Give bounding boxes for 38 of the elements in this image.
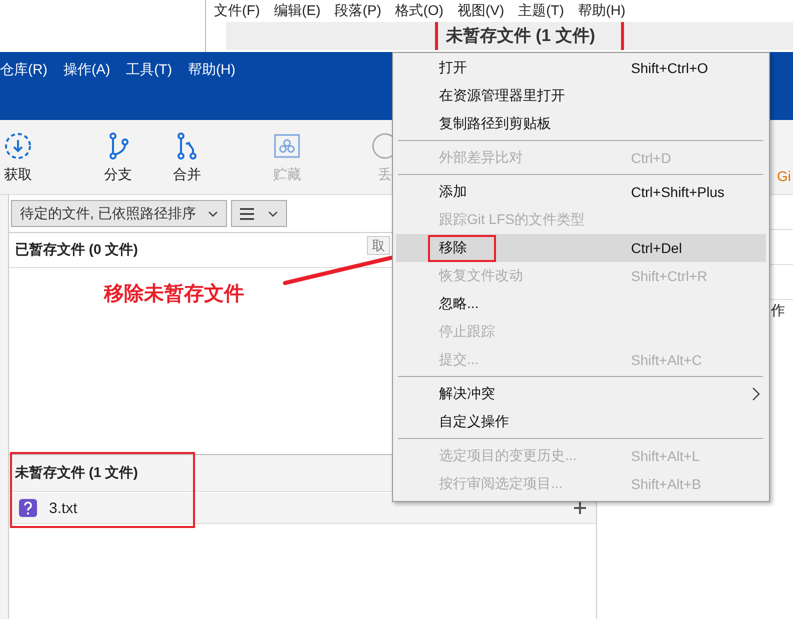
annotation-text: 移除未暂存文件 <box>104 282 244 307</box>
menu-item[interactable]: 打开 Shift+Ctrl+O <box>396 54 766 82</box>
menu-item[interactable]: 文件(F) <box>213 2 261 20</box>
file-name: 3.txt <box>49 500 78 516</box>
list-icon <box>240 208 254 220</box>
row-text: 作 <box>771 302 786 320</box>
toolbar-button[interactable]: 合并 <box>157 120 217 194</box>
chevron-down-icon <box>268 210 278 216</box>
section-title: 未暂存文件 (1 文件) <box>15 464 138 482</box>
chevron-right-icon <box>752 387 760 401</box>
menu-item[interactable]: 编辑(E) <box>272 2 322 20</box>
menu-item[interactable]: 自定义操作 <box>396 408 766 436</box>
plus-icon[interactable] <box>574 502 586 514</box>
menu-item[interactable]: 段落(P) <box>334 2 382 20</box>
menu-item[interactable]: 视图(V) <box>456 2 506 20</box>
section-title: 已暂存文件 (0 文件) <box>15 241 138 259</box>
menu-item[interactable]: 忽略... <box>396 290 766 318</box>
stash-icon <box>273 132 301 160</box>
view-dropdown[interactable] <box>230 200 287 227</box>
menu-item[interactable]: 工具(T) <box>126 61 172 79</box>
menu-item[interactable]: 移除 Ctrl+Del <box>396 234 766 262</box>
menu-item[interactable]: 仓库(R) <box>0 61 48 79</box>
unstage-button[interactable]: 取 <box>367 236 390 255</box>
menu-item[interactable]: 解决冲突 <box>396 380 766 408</box>
toolbar-button[interactable]: 分支 <box>88 120 148 194</box>
toolbar-button[interactable]: 获取 <box>0 120 36 194</box>
filter-dropdown[interactable]: 待定的文件, 已依照路径排序 <box>11 200 227 227</box>
menu-item[interactable]: 主题(T) <box>517 2 566 20</box>
menu-item[interactable]: 复制路径到剪贴板 <box>396 110 766 138</box>
menu-item[interactable]: 操作(A) <box>63 61 110 79</box>
download-icon <box>4 132 32 160</box>
menu-item[interactable]: 在资源管理器里打开 <box>396 82 766 110</box>
menu-item[interactable]: 帮助(H) <box>188 61 236 79</box>
menu-item[interactable]: 格式(O) <box>394 2 444 20</box>
highlight-frame <box>428 235 496 262</box>
menu-item[interactable]: 帮助(H) <box>577 2 626 20</box>
chevron-down-icon <box>208 210 218 216</box>
menu-item[interactable]: 添加 Ctrl+Shift+Plus <box>396 178 766 206</box>
